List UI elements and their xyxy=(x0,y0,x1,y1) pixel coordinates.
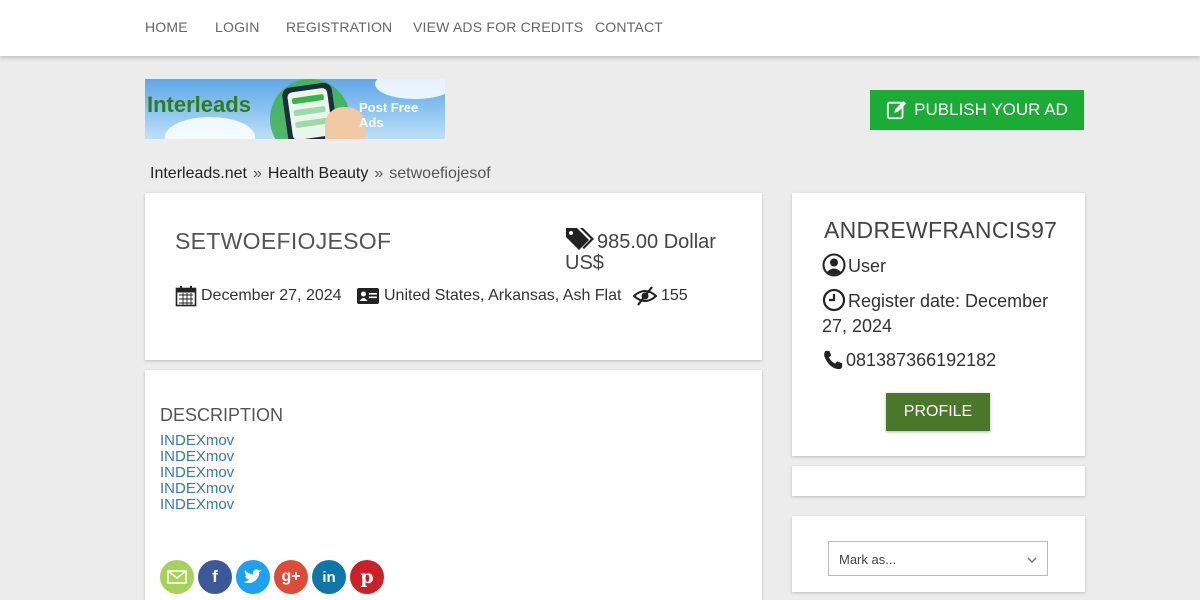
mark-as-card: Mark as... xyxy=(792,516,1085,592)
description-heading: DESCRIPTION xyxy=(160,405,284,425)
seller-register-date-text: Register date: December 27, 2024 xyxy=(822,291,1049,336)
interleads-banner[interactable]: Interleads Post Free Ads xyxy=(145,79,445,139)
top-navigation: HOME LOGIN REGISTRATION VIEW ADS FOR CRE… xyxy=(0,0,1200,56)
calendar-icon xyxy=(175,286,197,307)
empty-card xyxy=(792,466,1085,496)
facebook-icon[interactable]: f xyxy=(198,560,232,594)
nav-view-ads-link[interactable]: VIEW ADS FOR CREDITS xyxy=(413,19,583,35)
edit-icon xyxy=(887,100,907,120)
description-link[interactable]: INDEXmov xyxy=(160,497,234,513)
mark-as-placeholder: Mark as... xyxy=(839,552,897,567)
tags-icon xyxy=(566,228,594,250)
seller-register-date: Register date: December 27, 2024 xyxy=(822,288,1062,339)
description-card: DESCRIPTION INDEXmov INDEXmov INDEXmov I… xyxy=(145,370,762,600)
breadcrumb-current: setwoefiojesof xyxy=(389,165,491,182)
ad-title: SETWOEFIOJESOF xyxy=(175,228,392,254)
nav-login-link[interactable]: LOGIN xyxy=(215,19,260,35)
ad-location: United States, Arkansas, Ash Flat xyxy=(356,285,621,307)
description-links: INDEXmov INDEXmov INDEXmov INDEXmov INDE… xyxy=(160,433,234,513)
google-plus-icon[interactable]: g+ xyxy=(274,560,308,594)
breadcrumb-home[interactable]: Interleads.net xyxy=(150,165,247,183)
seller-phone: 081387366192182 xyxy=(822,348,1062,373)
mark-as-select[interactable]: Mark as... xyxy=(828,541,1048,576)
ad-summary-card: SETWOEFIOJESOF 985.00 Dollar US$ Decembe… xyxy=(145,193,762,360)
nav-registration-link[interactable]: REGISTRATION xyxy=(286,19,392,35)
breadcrumb-category[interactable]: Health Beauty xyxy=(268,165,369,183)
seller-card: ANDREWFRANCIS97 User Register date: Dece… xyxy=(792,193,1085,456)
breadcrumb: Interleads.net » Health Beauty » setwoef… xyxy=(150,165,491,183)
description-link[interactable]: INDEXmov xyxy=(160,481,234,497)
ad-views-count: 155 xyxy=(661,287,688,304)
phone-icon xyxy=(824,350,843,370)
seller-phone-text: 081387366192182 xyxy=(846,350,997,370)
nav-home-link[interactable]: HOME xyxy=(145,19,188,35)
cloud-decoration xyxy=(375,79,445,99)
banner-tagline: Post Free Ads xyxy=(359,100,419,130)
email-icon[interactable] xyxy=(160,560,194,594)
publish-ad-button[interactable]: PUBLISH YOUR AD xyxy=(870,90,1084,130)
ad-date: December 27, 2024 xyxy=(175,285,342,307)
twitter-icon[interactable] xyxy=(236,560,270,594)
nav-contact-link[interactable]: CONTACT xyxy=(595,19,663,35)
description-link[interactable]: INDEXmov xyxy=(160,465,234,481)
ad-location-text: United States, Arkansas, Ash Flat xyxy=(384,287,622,304)
eye-slash-icon xyxy=(633,286,657,306)
seller-role-text: User xyxy=(848,256,887,276)
banner-brand: Interleads xyxy=(147,92,251,117)
ad-price: 985.00 Dollar US$ xyxy=(565,226,735,274)
cloud-decoration xyxy=(165,117,255,139)
share-buttons: f g+ in p xyxy=(160,560,384,594)
id-card-icon xyxy=(357,288,379,304)
pinterest-icon[interactable]: p xyxy=(350,560,384,594)
description-link[interactable]: INDEXmov xyxy=(160,433,234,449)
publish-ad-label: PUBLISH YOUR AD xyxy=(914,100,1068,119)
description-link[interactable]: INDEXmov xyxy=(160,449,234,465)
ad-date-text: December 27, 2024 xyxy=(201,287,342,304)
breadcrumb-separator: » xyxy=(252,165,262,182)
user-circle-icon xyxy=(822,253,846,277)
seller-username: ANDREWFRANCIS97 xyxy=(824,217,1058,243)
clock-icon xyxy=(822,288,846,312)
ad-views: 155 xyxy=(633,285,688,307)
chevron-down-icon xyxy=(1027,557,1037,563)
linkedin-icon[interactable]: in xyxy=(312,560,346,594)
seller-role: User xyxy=(822,253,1062,279)
profile-button[interactable]: PROFILE xyxy=(886,393,990,431)
breadcrumb-separator: » xyxy=(374,165,384,182)
